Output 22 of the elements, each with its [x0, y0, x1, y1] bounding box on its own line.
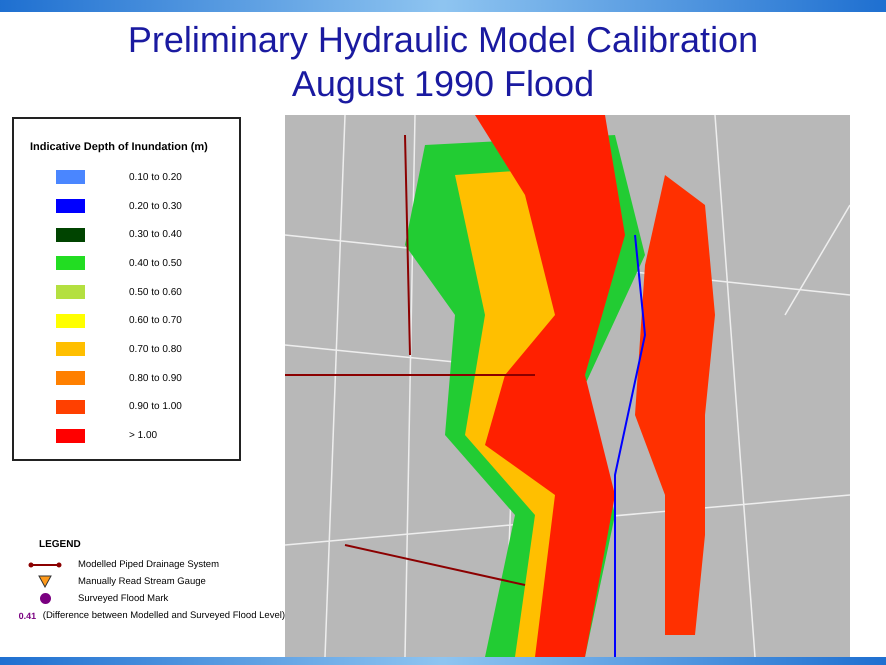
pipe-line-icon — [28, 560, 62, 568]
slide-title: Preliminary Hydraulic Model Calibration — [128, 18, 758, 62]
slide-title: August 1990 Flood — [292, 62, 594, 106]
legend-label: 0.70 to 0.80 — [129, 344, 182, 355]
legend-label: > 1.00 — [129, 430, 158, 442]
legend-label: (Difference between Modelled and Surveyed Flood Level) — [42, 610, 285, 621]
legend-title: Indicative Depth of Inundation (m) — [30, 141, 209, 153]
legend-label: Manually Read Stream Gauge — [78, 576, 206, 587]
legend-title: LEGEND — [38, 539, 82, 550]
legend-label: Modelled Piped Drainage System — [78, 559, 219, 570]
legend-label: 0.50 to 0.60 — [129, 286, 182, 298]
legend-label: 0.20 to 0.30 — [129, 200, 182, 212]
legend-label: 0.30 to 0.40 — [129, 229, 182, 240]
legend-label: 0.80 to 0.90 — [129, 372, 182, 384]
triangle-icon — [38, 575, 52, 588]
legend-label: 0.40 to 0.50 — [129, 258, 182, 269]
dot-icon — [40, 593, 50, 604]
legend-label: 0.60 to 0.70 — [129, 315, 182, 326]
value-sample: 0.41 — [18, 610, 36, 620]
legend-label: 0.10 to 0.20 — [129, 172, 182, 183]
legend-label: Surveyed Flood Mark — [78, 593, 168, 604]
legend-label: 0.90 to 1.00 — [129, 401, 182, 412]
